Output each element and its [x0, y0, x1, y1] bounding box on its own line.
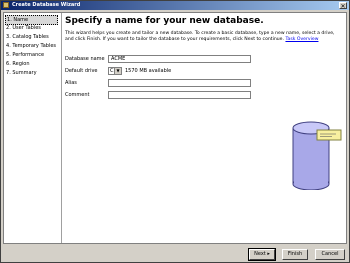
- chevron-down-icon[interactable]: ▼: [114, 68, 121, 74]
- nav-item-user-tables[interactable]: 2. User Tables: [6, 24, 41, 32]
- default-drive-select[interactable]: C: ▼: [108, 67, 122, 75]
- title-bar: Create Database Wizard ✕: [1, 1, 349, 10]
- database-name-label: Database name: [65, 56, 105, 62]
- wizard-main-panel: Specify a name for your new database. Th…: [63, 13, 346, 243]
- wizard-window: Create Database Wizard ✕ 1. Name 2. User…: [0, 0, 350, 263]
- nav-item-performance[interactable]: 5. Performance: [6, 51, 44, 59]
- default-drive-label: Default drive: [65, 68, 98, 74]
- alias-label: Alias: [65, 80, 77, 86]
- alias-input[interactable]: [108, 79, 251, 87]
- window-title: Create Database Wizard: [12, 2, 81, 8]
- comment-input[interactable]: [108, 91, 251, 99]
- nav-item-temporary-tables[interactable]: 4. Temporary Tables: [6, 42, 56, 50]
- nav-item-summary[interactable]: 7. Summary: [6, 69, 37, 77]
- close-icon[interactable]: ✕: [339, 2, 347, 10]
- nav-item-catalog-tables[interactable]: 3. Catalog Tables: [6, 33, 49, 41]
- task-overview-link[interactable]: Task Overview: [285, 37, 318, 42]
- database-icon: [292, 121, 342, 190]
- app-icon: [3, 2, 9, 8]
- comment-label: Comment: [65, 92, 90, 98]
- nav-item-region[interactable]: 6. Region: [6, 60, 30, 68]
- page-title: Specify a name for your new database.: [65, 16, 264, 26]
- page-description: This wizard helps you create and tailor …: [65, 31, 335, 42]
- database-name-input[interactable]: ACME: [108, 55, 251, 63]
- cancel-button[interactable]: Cancel: [315, 249, 345, 260]
- wizard-steps-nav: 1. Name 2. User Tables 3. Catalog Tables…: [4, 13, 62, 243]
- wizard-content: 1. Name 2. User Tables 3. Catalog Tables…: [3, 12, 347, 244]
- drive-available-text: 1570 MB available: [125, 68, 172, 74]
- next-button[interactable]: Next ▸: [248, 248, 276, 261]
- finish-button[interactable]: Finish: [282, 249, 308, 260]
